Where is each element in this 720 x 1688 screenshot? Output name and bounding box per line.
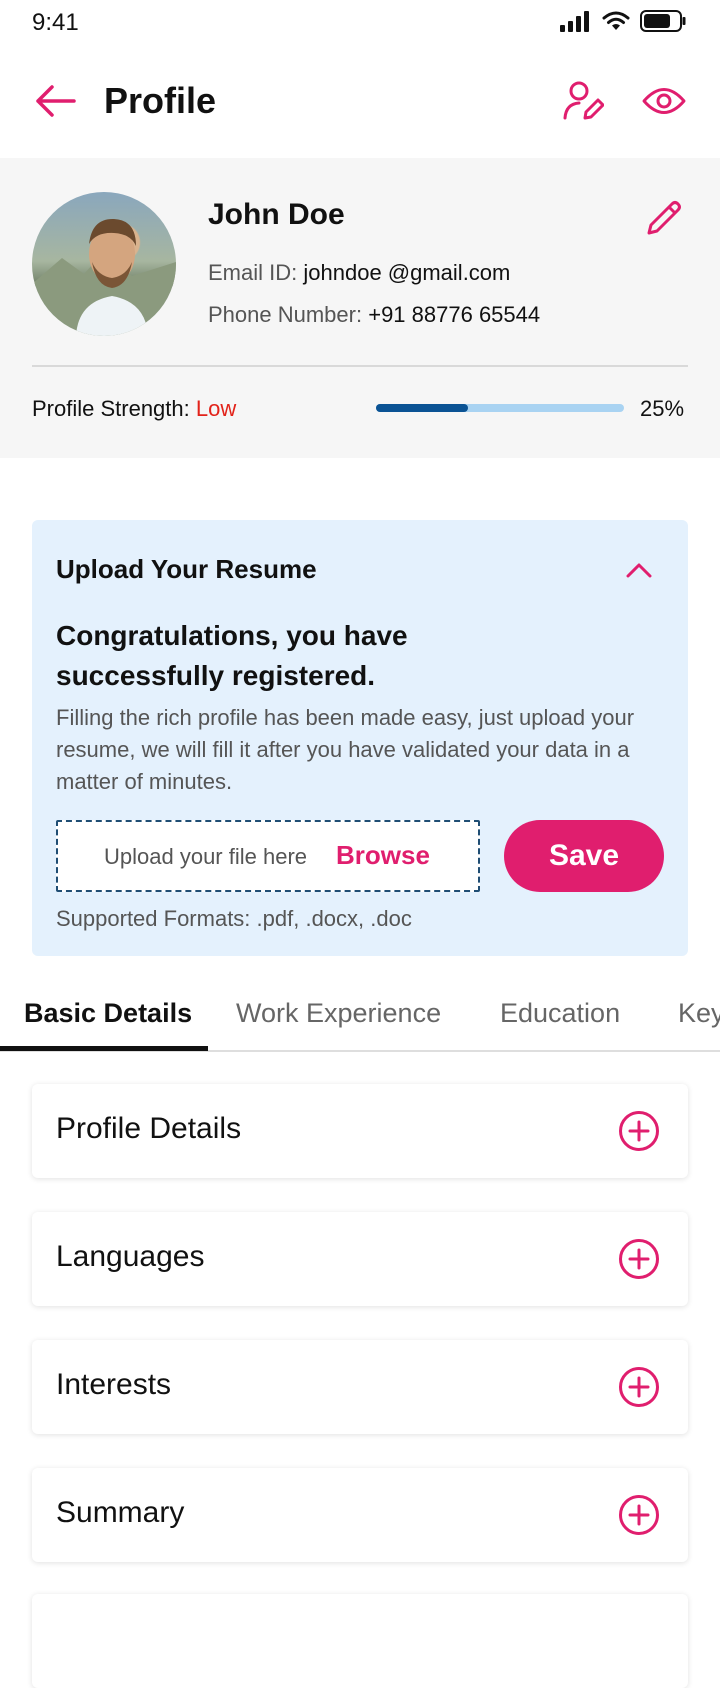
profile-tabs: Basic Details Work Experience Education … xyxy=(0,986,720,1052)
eye-icon xyxy=(642,88,686,114)
add-profile-details-button[interactable] xyxy=(618,1110,660,1152)
tab-education[interactable]: Education xyxy=(500,998,620,1029)
file-upload-field[interactable]: Upload your file here Browse xyxy=(56,820,480,892)
section-profile-details[interactable]: Profile Details xyxy=(32,1084,688,1178)
tab-basic-details[interactable]: Basic Details xyxy=(24,998,192,1029)
chevron-up-icon xyxy=(626,563,652,578)
add-languages-button[interactable] xyxy=(618,1238,660,1280)
tab-key[interactable]: Key xyxy=(678,998,720,1029)
profile-strength: Profile Strength: Low xyxy=(32,396,236,422)
upload-description: Filling the rich profile has been made e… xyxy=(56,705,635,794)
user-edit-icon xyxy=(563,81,605,120)
section-languages[interactable]: Languages xyxy=(32,1212,688,1306)
browse-link[interactable]: Browse xyxy=(336,840,430,871)
page-title: Profile xyxy=(104,80,217,121)
status-icons xyxy=(560,10,686,32)
section-label: Summary xyxy=(56,1496,185,1529)
congrats-message: Congratulations, you have successfully r… xyxy=(56,620,408,691)
section-label: Interests xyxy=(56,1368,172,1401)
add-interests-button[interactable] xyxy=(618,1366,660,1408)
plus-circle-icon xyxy=(619,1111,659,1151)
upload-placeholder: Upload your file here xyxy=(104,844,308,869)
upload-title: Upload Your Resume xyxy=(56,554,317,584)
profile-strength-percent: 25% xyxy=(640,396,685,421)
avatar-image xyxy=(32,218,176,336)
edit-profile-button[interactable] xyxy=(562,80,605,122)
section-label: Profile Details xyxy=(56,1112,242,1145)
upload-resume-card: Upload Your Resume Congratulations, you … xyxy=(32,520,688,956)
phone-value: +91 88776 65544 xyxy=(368,302,541,327)
plus-circle-icon xyxy=(619,1239,659,1279)
add-summary-button[interactable] xyxy=(618,1494,660,1536)
active-tab-indicator xyxy=(0,1046,208,1051)
arrow-left-icon xyxy=(36,85,76,117)
preview-button[interactable] xyxy=(642,84,686,118)
supported-formats: Supported Formats: .pdf, .docx, .doc xyxy=(56,906,412,931)
app-header: Profile xyxy=(0,46,720,158)
profile-card: John Doe Email ID: johndoe @gmail.com Ph… xyxy=(0,158,720,458)
plus-circle-icon xyxy=(619,1495,659,1535)
edit-info-button[interactable] xyxy=(644,198,684,238)
battery-icon xyxy=(640,10,686,32)
save-button[interactable]: Save xyxy=(504,820,664,892)
tab-work-experience[interactable]: Work Experience xyxy=(236,998,441,1029)
section-label: Languages xyxy=(56,1240,205,1273)
progress-fill xyxy=(376,404,468,412)
wifi-icon xyxy=(602,11,630,30)
avatar xyxy=(32,192,176,336)
status-time: 9:41 xyxy=(32,9,79,36)
phone-line: Phone Number: +91 88776 65544 xyxy=(208,302,540,328)
email-line: Email ID: johndoe @gmail.com xyxy=(208,260,510,286)
profile-strength-value: Low xyxy=(195,396,237,421)
section-summary[interactable]: Summary xyxy=(32,1468,688,1562)
pencil-icon xyxy=(647,201,681,235)
divider xyxy=(32,365,688,367)
section-next-partial[interactable] xyxy=(32,1594,688,1688)
profile-name: John Doe xyxy=(208,198,345,231)
profile-strength-label: Profile Strength: xyxy=(32,396,190,421)
phone-label: Phone Number: xyxy=(208,302,363,327)
status-bar: 9:41 xyxy=(0,0,720,46)
plus-circle-icon xyxy=(619,1367,659,1407)
email-value: johndoe @gmail.com xyxy=(303,260,511,285)
profile-strength-progress xyxy=(376,404,624,412)
signal-icon xyxy=(560,11,589,32)
email-label: Email ID: xyxy=(208,260,298,285)
collapse-button[interactable] xyxy=(624,558,654,582)
back-button[interactable] xyxy=(34,84,76,118)
section-interests[interactable]: Interests xyxy=(32,1340,688,1434)
